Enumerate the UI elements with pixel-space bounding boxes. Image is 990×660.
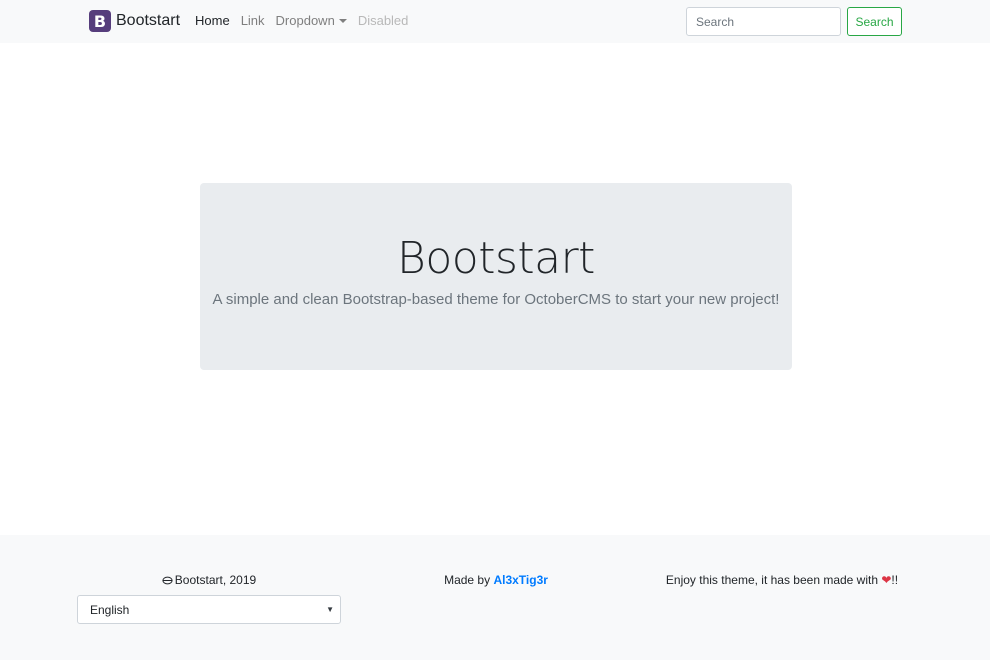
caret-down-icon	[338, 19, 347, 23]
search-input[interactable]	[686, 7, 841, 36]
heart-icon: ❤	[881, 573, 892, 587]
language-select[interactable]: English ▼	[77, 595, 341, 624]
enjoy-text: Enjoy this theme, it has been made with	[665, 573, 882, 587]
jumbotron-lead: A simple and clean Bootstrap-based theme…	[212, 291, 780, 308]
footer: Bootstart, 2019 Made by Al3xTig3r Enjoy …	[0, 535, 990, 660]
footer-enjoy: Enjoy this theme, it has been made with …	[650, 573, 914, 587]
made-by-prefix: Made by	[444, 573, 494, 587]
copyright-text: Bootstart, 2019	[174, 573, 257, 587]
brand-link[interactable]: B Bootstart	[89, 9, 180, 33]
nav-menu: Home Link Dropdown Disabled	[195, 13, 419, 28]
search-button[interactable]: Search	[847, 7, 902, 36]
jumbotron-title: Bootstart	[397, 233, 595, 284]
octobercms-logo-icon	[162, 576, 173, 585]
footer-made-by: Made by Al3xTig3r	[380, 573, 612, 587]
nav-dropdown-label: Dropdown	[275, 13, 335, 28]
nav-link[interactable]: Link	[241, 13, 265, 28]
footer-copyright: Bootstart, 2019	[77, 573, 341, 587]
nav-home[interactable]: Home	[195, 13, 230, 28]
jumbotron: Bootstart A simple and clean Bootstrap-b…	[200, 183, 792, 370]
brand-name: Bootstart	[116, 12, 181, 29]
language-selected: English	[90, 602, 130, 617]
navbar: B Bootstart Home Link Dropdown Disabled …	[0, 0, 990, 43]
nav-dropdown[interactable]: Dropdown	[276, 13, 347, 28]
nav-disabled: Disabled	[357, 13, 409, 28]
bootstrap-logo-icon: B	[89, 10, 111, 32]
chevron-down-icon: ▼	[326, 605, 334, 614]
author-link[interactable]: Al3xTig3r	[493, 573, 547, 587]
enjoy-suffix: !!	[891, 573, 899, 587]
